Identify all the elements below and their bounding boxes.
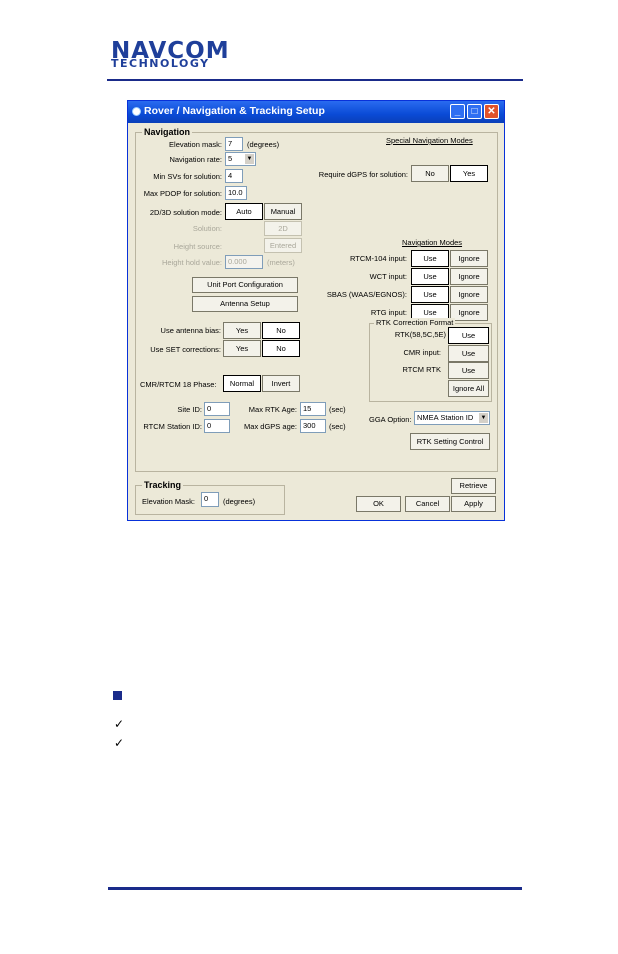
max-pdop-input[interactable]: 10.0 (225, 186, 247, 200)
app-icon (132, 107, 141, 116)
wct-input-label: WCT input: (369, 272, 407, 281)
cmr-phase-invert-button[interactable]: Invert (262, 375, 300, 392)
ok-button[interactable]: OK (356, 496, 401, 512)
tracking-elevation-input[interactable]: 0 (201, 492, 219, 507)
tracking-elevation-label: Elevation Mask: (142, 497, 195, 506)
solution-2d-button[interactable]: 2D (264, 221, 302, 236)
antenna-bias-no-button[interactable]: No (262, 322, 300, 339)
elevation-mask-input[interactable]: 7 (225, 137, 243, 151)
solution-mode-manual-button[interactable]: Manual (264, 203, 302, 220)
chevron-down-icon[interactable]: ▼ (245, 154, 254, 164)
solution-mode-label: 2D/3D solution mode: (149, 208, 222, 217)
set-corrections-label: Use SET corrections: (150, 345, 221, 354)
gga-option-select[interactable]: NMEA Station ID ▼ (414, 411, 490, 425)
rtcm-station-id-input[interactable]: 0 (204, 419, 230, 433)
rtg-input-label: RTG input: (370, 308, 407, 317)
retrieve-button[interactable]: Retrieve (451, 478, 496, 494)
navigation-modes-title: Navigation Modes (402, 238, 463, 247)
max-rtk-age-unit: (sec) (329, 405, 346, 414)
gga-option-value: NMEA Station ID (417, 413, 474, 422)
footer-rule (108, 887, 522, 890)
require-dgps-label: Require dGPS for solution: (318, 170, 408, 179)
gga-option-label: GGA Option: (369, 415, 412, 424)
height-hold-input[interactable]: 0.000 (225, 255, 263, 269)
setup-dialog: Rover / Navigation & Tracking Setup _ □ … (127, 100, 505, 521)
rtg-ignore-button[interactable]: Ignore (450, 304, 488, 321)
navigation-rate-label: Navigation rate: (169, 155, 222, 164)
cmr-phase-label: CMR/RTCM 18 Phase: (140, 380, 217, 389)
rtk-format-title: RTK Correction Format (374, 318, 456, 328)
wct-use-button[interactable]: Use (411, 268, 449, 285)
antenna-setup-button[interactable]: Antenna Setup (192, 296, 298, 312)
close-button[interactable]: ✕ (484, 104, 499, 119)
navigation-rate-value: 5 (228, 154, 233, 163)
rtcm-rtk-use-button[interactable]: Use (448, 362, 489, 379)
cancel-button[interactable]: Cancel (405, 496, 450, 512)
checkmark-icon: ✓ (114, 736, 125, 750)
require-dgps-yes-button[interactable]: Yes (450, 165, 488, 182)
dialog-title: Rover / Navigation & Tracking Setup (144, 105, 325, 117)
section-bullet (113, 691, 122, 700)
chevron-down-icon[interactable]: ▼ (479, 413, 488, 423)
sbas-input-label: SBAS (WAAS/EGNOS): (326, 290, 407, 299)
rtcm104-ignore-button[interactable]: Ignore (450, 250, 488, 267)
company-logo-subtitle: TECHNOLOGY (111, 57, 210, 70)
require-dgps-no-button[interactable]: No (411, 165, 449, 182)
height-hold-unit: (meters) (267, 258, 295, 267)
solution-label: Solution: (192, 224, 222, 233)
site-id-input[interactable]: 0 (204, 402, 230, 416)
wct-ignore-button[interactable]: Ignore (450, 268, 488, 285)
rtk-5x-use-button[interactable]: Use (448, 327, 489, 344)
unit-port-configuration-button[interactable]: Unit Port Configuration (192, 277, 298, 293)
header-rule (107, 79, 523, 81)
rtcm-rtk-label: RTCM RTK (402, 365, 441, 374)
solution-mode-auto-button[interactable]: Auto (225, 203, 263, 220)
antenna-bias-yes-button[interactable]: Yes (223, 322, 261, 339)
min-svs-label: Min SVs for solution: (153, 172, 222, 181)
sbas-use-button[interactable]: Use (411, 286, 449, 303)
cmr-phase-normal-button[interactable]: Normal (223, 375, 261, 392)
tracking-group-title: Tracking (142, 480, 184, 490)
elevation-mask-unit: (degrees) (247, 140, 280, 149)
apply-button[interactable]: Apply (451, 496, 496, 512)
cmr-use-button[interactable]: Use (448, 345, 489, 362)
rtcm-station-id-label: RTCM Station ID: (143, 422, 202, 431)
set-corrections-yes-button[interactable]: Yes (223, 340, 261, 357)
rtk-5x-label: RTK(58,5C,5E) (394, 330, 446, 339)
set-corrections-no-button[interactable]: No (262, 340, 300, 357)
checkmark-icon: ✓ (114, 717, 125, 731)
elevation-mask-label: Elevation mask: (169, 140, 222, 149)
max-dgps-age-input[interactable]: 300 (300, 419, 326, 433)
max-dgps-age-label: Max dGPS age: (244, 422, 297, 431)
minimize-button[interactable]: _ (450, 104, 465, 119)
max-rtk-age-label: Max RTK Age: (248, 405, 297, 414)
site-id-label: Site ID: (177, 405, 202, 414)
antenna-bias-label: Use antenna bias: (160, 326, 221, 335)
rtcm104-use-button[interactable]: Use (411, 250, 449, 267)
rtcm104-input-label: RTCM-104 input: (350, 254, 407, 263)
height-source-label: Height source: (173, 242, 222, 251)
height-hold-label: Height hold value: (161, 258, 222, 267)
tracking-elevation-unit: (degrees) (223, 497, 256, 506)
dialog-titlebar[interactable]: Rover / Navigation & Tracking Setup _ □ … (128, 101, 504, 123)
sbas-ignore-button[interactable]: Ignore (450, 286, 488, 303)
ignore-all-button[interactable]: Ignore All (448, 380, 489, 397)
max-dgps-age-unit: (sec) (329, 422, 346, 431)
maximize-button[interactable]: □ (467, 104, 482, 119)
max-rtk-age-input[interactable]: 15 (300, 402, 326, 416)
navigation-group-title: Navigation (142, 127, 193, 137)
special-modes-title: Special Navigation Modes (386, 136, 473, 145)
height-source-entered-button[interactable]: Entered (264, 238, 302, 253)
rtk-setting-control-button[interactable]: RTK Setting Control (410, 433, 490, 450)
min-svs-input[interactable]: 4 (225, 169, 243, 183)
cmr-input-label: CMR input: (403, 348, 441, 357)
max-pdop-label: Max PDOP for solution: (143, 189, 222, 198)
navigation-rate-select[interactable]: 5 ▼ (225, 152, 256, 166)
